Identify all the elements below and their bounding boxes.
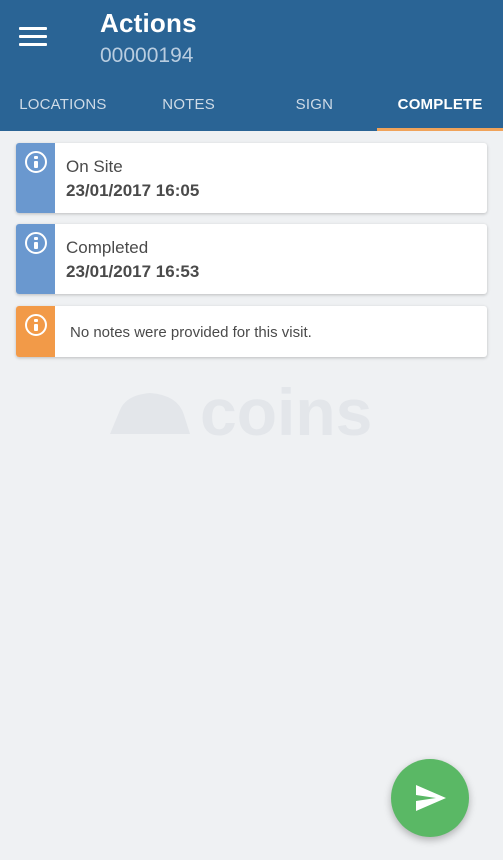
- card-label: On Site: [66, 157, 123, 176]
- card-note: No notes were provided for this visit.: [70, 324, 312, 341]
- card-stripe: [16, 224, 55, 294]
- send-button[interactable]: [391, 759, 469, 837]
- page-subtitle: 00000194: [100, 44, 194, 67]
- menu-icon[interactable]: [19, 27, 47, 47]
- card-stripe: [16, 143, 55, 213]
- card-value: 23/01/2017 16:05: [66, 181, 200, 200]
- send-icon: [416, 785, 446, 811]
- card-label: Completed: [66, 238, 149, 257]
- info-icon: [25, 232, 47, 254]
- tab-locations[interactable]: LOCATIONS: [0, 88, 126, 131]
- completed-card: Completed 23/01/2017 16:53: [16, 224, 487, 294]
- tab-complete[interactable]: COMPLETE: [377, 88, 503, 131]
- notes-card: No notes were provided for this visit.: [16, 306, 487, 357]
- coins-watermark: coins: [108, 375, 398, 449]
- page-title: Actions: [100, 8, 197, 38]
- info-icon: [25, 314, 47, 336]
- app-bar: Actions 00000194 LOCATIONS NOTES SIGN CO…: [0, 0, 503, 131]
- tab-bar: LOCATIONS NOTES SIGN COMPLETE: [0, 88, 503, 131]
- tab-notes[interactable]: NOTES: [126, 88, 252, 131]
- info-icon: [25, 151, 47, 173]
- tab-sign[interactable]: SIGN: [252, 88, 378, 131]
- on-site-card: On Site 23/01/2017 16:05: [16, 143, 487, 213]
- svg-text:coins: coins: [200, 380, 372, 442]
- card-stripe: [16, 306, 55, 357]
- card-value: 23/01/2017 16:53: [66, 262, 200, 281]
